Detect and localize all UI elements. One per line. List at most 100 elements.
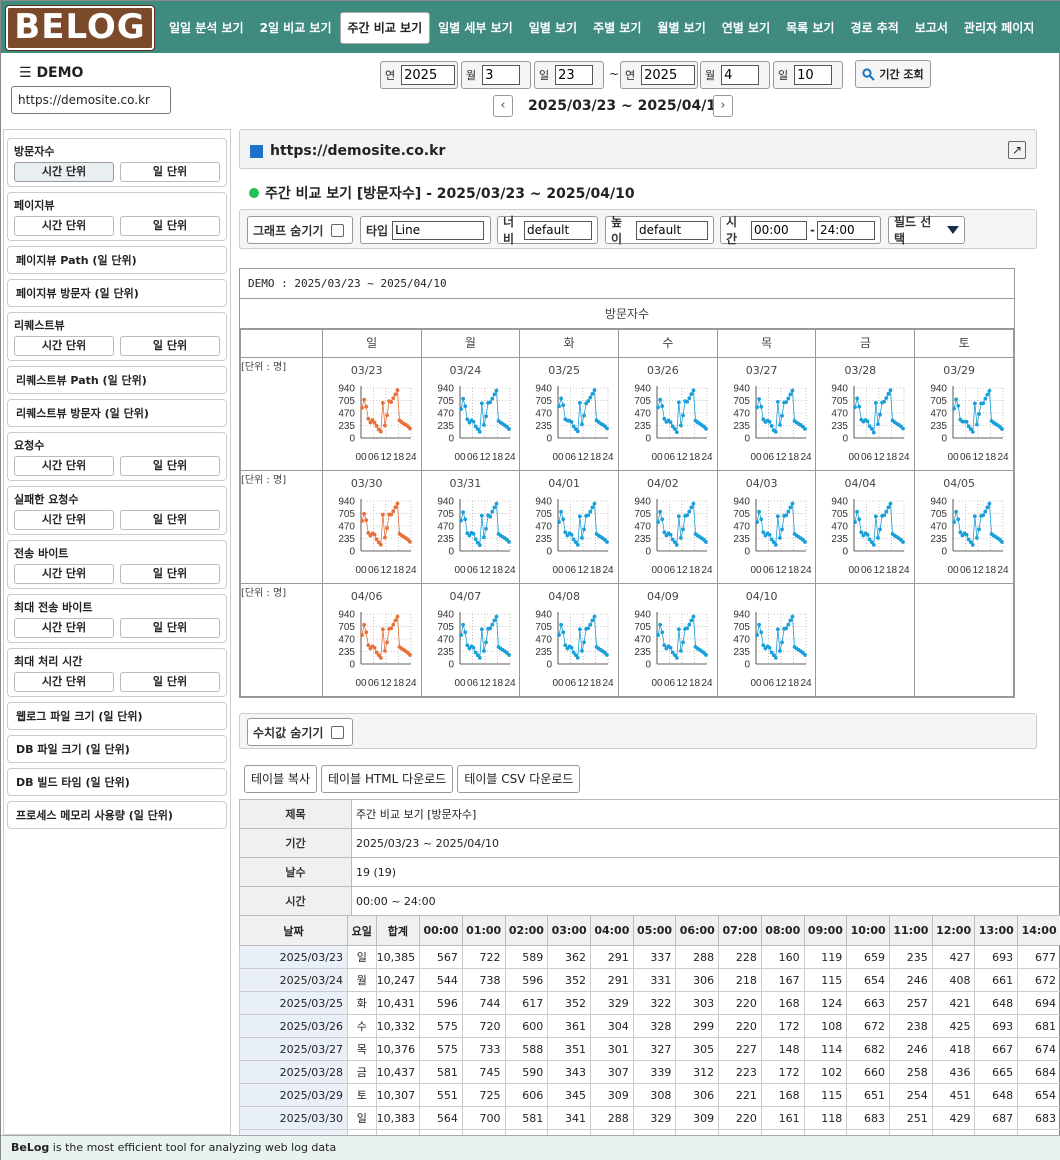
column-header[interactable]: 07:00 (718, 915, 762, 946)
hourly-button[interactable]: 시간 단위 (14, 336, 114, 356)
hide-values-checkbox[interactable] (331, 725, 345, 739)
daily-button[interactable]: 일 단위 (120, 216, 220, 236)
hourly-button[interactable]: 시간 단위 (14, 162, 114, 182)
hourly-button[interactable]: 시간 단위 (14, 456, 114, 476)
prev-period-button[interactable]: ‹ (493, 95, 513, 117)
download-html-button[interactable]: 테이블 HTML 다운로드 (321, 765, 454, 793)
to-year-input[interactable] (641, 65, 696, 85)
sidebar-group: 리퀘스트뷰 시간 단위 일 단위 (7, 312, 227, 361)
y-tick-label: 470 (931, 409, 948, 420)
sidebar-group[interactable]: 웹로그 파일 크기 (일 단위) (7, 702, 227, 730)
nav-tab[interactable]: 일별 세부 보기 (430, 12, 521, 44)
column-header[interactable]: 11:00 (889, 915, 933, 946)
site-url-field[interactable]: https://demosite.co.kr (11, 86, 171, 114)
data-point (582, 413, 587, 418)
nav-tab[interactable]: 경로 추적 (842, 12, 906, 44)
nav-tab[interactable]: 주별 보기 (585, 12, 649, 44)
column-header[interactable]: 02:00 (504, 915, 549, 946)
nav-tab[interactable]: 주간 비교 보기 (339, 12, 431, 44)
time-from-input[interactable] (751, 220, 808, 240)
column-header[interactable]: 12:00 (931, 915, 976, 946)
row-value: 115 (803, 1083, 848, 1107)
x-tick-label: 12 (578, 452, 590, 463)
column-header[interactable]: 04:00 (589, 915, 634, 946)
field-select-button[interactable]: 필드 선택 (888, 215, 965, 246)
nav-tab[interactable]: 일일 분석 보기 (161, 12, 252, 44)
daily-button[interactable]: 일 단위 (120, 618, 220, 638)
column-header[interactable]: 03:00 (547, 915, 591, 946)
data-point (391, 396, 395, 401)
sidebar-group[interactable]: 페이지뷰 Path (일 단위) (7, 246, 227, 274)
nav-tab[interactable]: 월별 보기 (649, 12, 713, 44)
to-day-input[interactable] (794, 65, 833, 85)
mini-line-chart: 0 235470 705940 00 06 12 18 24 (634, 384, 713, 464)
menu-icon[interactable]: ☰ (19, 65, 32, 81)
column-header[interactable]: 06:00 (675, 915, 720, 946)
sidebar-group[interactable]: DB 파일 크기 (일 단위) (7, 735, 227, 763)
column-header[interactable]: 10:00 (846, 915, 891, 946)
column-header[interactable]: 08:00 (760, 915, 805, 946)
download-csv-button[interactable]: 테이블 CSV 다운로드 (457, 765, 581, 793)
daily-button[interactable]: 일 단위 (120, 510, 220, 530)
x-tick-label: 12 (775, 452, 787, 463)
row-value: 418 (931, 1037, 976, 1061)
copy-table-button[interactable]: 테이블 복사 (244, 765, 318, 793)
daily-button[interactable]: 일 단위 (120, 336, 220, 356)
sidebar-group[interactable]: 리퀘스트뷰 Path (일 단위) (7, 366, 227, 394)
column-header[interactable]: 00:00 (419, 915, 463, 946)
row-value: 303 (675, 991, 720, 1015)
daily-button[interactable]: 일 단위 (120, 456, 220, 476)
x-tick-label: 00 (454, 678, 466, 689)
type-input[interactable] (392, 220, 485, 240)
next-period-button[interactable]: › (713, 95, 733, 117)
data-point (578, 514, 583, 519)
x-tick-label: 24 (701, 565, 713, 576)
column-header[interactable]: 13:00 (974, 915, 1019, 946)
hourly-button[interactable]: 시간 단위 (14, 618, 114, 638)
sidebar-group[interactable]: DB 빌드 타임 (일 단위) (7, 768, 227, 796)
hide-values-toggle[interactable]: 수치값 숨기기 (247, 718, 353, 746)
daily-button[interactable]: 일 단위 (120, 672, 220, 692)
nav-tab[interactable]: 목록 보기 (778, 12, 842, 44)
column-header[interactable]: 날짜 (239, 915, 348, 946)
to-month-input[interactable] (721, 65, 760, 85)
nav-tab[interactable]: 보고서 (907, 12, 956, 44)
sidebar-group[interactable]: 프로세스 메모리 사용량 (일 단위) (7, 801, 227, 829)
column-header[interactable]: 14:00 (1017, 915, 1060, 946)
time-to-input[interactable] (817, 220, 875, 240)
row-value: 663 (846, 991, 891, 1015)
external-link-icon[interactable]: ↗ (1008, 141, 1026, 159)
daily-button[interactable]: 일 단위 (120, 162, 220, 182)
mini-line-chart: 0 235470 705940 00 06 12 18 24 (733, 497, 812, 577)
column-header[interactable]: 09:00 (803, 915, 848, 946)
hide-graph-toggle[interactable]: 그래프 숨기기 (247, 216, 353, 244)
from-month-input[interactable] (482, 65, 521, 85)
sidebar-group[interactable]: 리퀘스트뷰 방문자 (일 단위) (7, 399, 227, 427)
column-header[interactable]: 요일 (346, 915, 377, 946)
data-point (590, 618, 595, 623)
data-point (660, 517, 665, 522)
belog-logo[interactable]: BELOG (5, 5, 155, 51)
nav-tab[interactable]: 일별 보기 (521, 12, 585, 44)
hourly-button[interactable]: 시간 단위 (14, 564, 114, 584)
daily-button[interactable]: 일 단위 (120, 564, 220, 584)
sidebar-group[interactable]: 페이지뷰 방문자 (일 단위) (7, 279, 227, 307)
column-header[interactable]: 합계 (375, 915, 421, 946)
nav-tab[interactable]: 2일 비교 보기 (252, 12, 340, 44)
from-year-input[interactable] (401, 65, 456, 85)
x-tick-label: 24 (504, 565, 516, 576)
row-value: 329 (632, 1106, 677, 1130)
from-day-input[interactable] (555, 65, 594, 85)
hide-graph-checkbox[interactable] (331, 223, 345, 237)
nav-tab[interactable]: 관리자 페이지 (956, 12, 1042, 44)
hourly-button[interactable]: 시간 단위 (14, 510, 114, 530)
column-header[interactable]: 01:00 (461, 915, 506, 946)
height-input[interactable] (636, 220, 708, 240)
width-input[interactable] (524, 220, 592, 240)
site-title[interactable]: ☰ DEMO (19, 65, 83, 81)
nav-tab[interactable]: 연별 보기 (714, 12, 778, 44)
column-header[interactable]: 05:00 (632, 915, 677, 946)
hourly-button[interactable]: 시간 단위 (14, 216, 114, 236)
period-search-button[interactable]: 기간 조회 (855, 60, 931, 88)
hourly-button[interactable]: 시간 단위 (14, 672, 114, 692)
